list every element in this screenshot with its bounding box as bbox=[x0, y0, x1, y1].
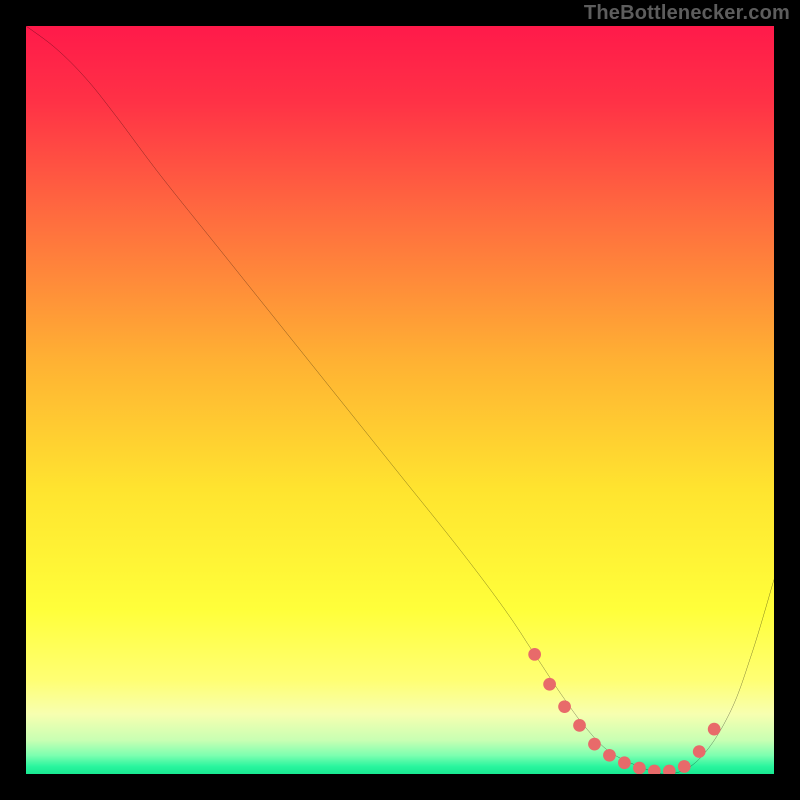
sweet-spot-dot bbox=[543, 678, 556, 691]
sweet-spot-dot bbox=[588, 738, 601, 751]
curve-layer bbox=[26, 26, 774, 774]
sweet-spot-dot bbox=[603, 749, 616, 762]
chart-frame: TheBottlenecker.com bbox=[0, 0, 800, 800]
sweet-spot-dot bbox=[648, 765, 661, 774]
sweet-spot-dot bbox=[573, 719, 586, 732]
sweet-spot-dot bbox=[618, 756, 631, 769]
sweet-spot-dot bbox=[663, 765, 676, 774]
sweet-spot-dot bbox=[633, 762, 646, 774]
plot-area bbox=[26, 26, 774, 774]
sweet-spot-dot bbox=[693, 745, 706, 758]
sweet-spot-dot bbox=[678, 760, 691, 773]
sweet-spot-dots bbox=[528, 648, 720, 774]
sweet-spot-dot bbox=[558, 700, 571, 713]
sweet-spot-dot bbox=[528, 648, 541, 661]
sweet-spot-dot bbox=[708, 723, 721, 736]
watermark-text: TheBottlenecker.com bbox=[584, 2, 790, 25]
bottleneck-curve bbox=[26, 26, 774, 774]
